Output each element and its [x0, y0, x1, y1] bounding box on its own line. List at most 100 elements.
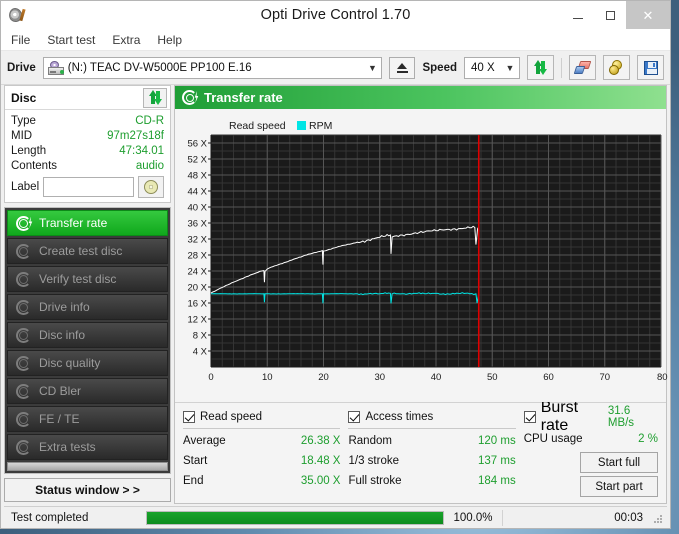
menu-item-help[interactable]: Help: [157, 33, 182, 47]
app-logo-icon: [7, 6, 26, 24]
disc-panel-header: Disc: [5, 86, 170, 110]
svg-text:80 min: 80 min: [657, 372, 669, 383]
save-floppy-icon: [643, 60, 658, 75]
stat-value: 18.48 X: [300, 455, 341, 467]
progress-bar-fill: [147, 511, 443, 524]
divider: [348, 428, 516, 429]
disc-icon: [16, 243, 31, 259]
sidebar: Disc Type CD-R MID 97m27s18f Length 47:3…: [4, 85, 171, 504]
sidebar-item-extra-tests[interactable]: Extra tests: [7, 434, 168, 460]
sidebar-item-disc-info[interactable]: Disc info: [7, 322, 168, 348]
read-speed-checkbox-row[interactable]: Read speed: [183, 408, 340, 425]
start-full-button[interactable]: Start full: [580, 452, 658, 473]
sidebar-item-create-test-disc[interactable]: Create test disc: [7, 238, 168, 264]
title-bar: Opti Drive Control 1.70 ✕: [1, 1, 670, 29]
erase-button[interactable]: [569, 55, 596, 80]
eraser-icon: [573, 60, 591, 75]
divider: [183, 428, 341, 429]
disc-label-read-button[interactable]: [138, 176, 164, 198]
maximize-button[interactable]: [594, 1, 626, 29]
sidebar-item-label: CD Bler: [39, 384, 82, 398]
disc-row-mid: MID 97m27s18f: [11, 128, 164, 143]
status-message: Test completed: [11, 511, 89, 524]
disc-label-input[interactable]: [43, 177, 134, 197]
transfer-rate-icon: [16, 215, 33, 231]
stat-row-cpu-usage: CPU usage 2 %: [524, 429, 658, 449]
bookmark-button[interactable]: [603, 55, 630, 80]
disc-row-length-value: 47:34.01: [119, 144, 164, 157]
svg-text:10: 10: [262, 372, 273, 383]
svg-text:50: 50: [487, 372, 498, 383]
progress-bar: [146, 510, 444, 525]
refresh-button[interactable]: [527, 55, 554, 80]
sidebar-item-fe-te[interactable]: FE / TE: [7, 406, 168, 432]
stat-row-start: Start 18.48 X: [183, 451, 340, 471]
burst-rate-checkbox[interactable]: [523, 410, 536, 423]
access-times-checkbox-row[interactable]: Access times: [348, 408, 515, 425]
speed-select[interactable]: 40 X ▼: [464, 56, 520, 79]
svg-text:40 X: 40 X: [187, 203, 207, 214]
burst-rate-stats: Burst rate 31.6 MB/s CPU usage 2 % Start…: [523, 399, 658, 497]
stat-row-average: Average 26.38 X: [183, 431, 340, 451]
stat-value: 120 ms: [477, 435, 516, 447]
read-speed-checkbox[interactable]: [183, 410, 195, 423]
sidebar-item-label: Verify test disc: [39, 272, 117, 286]
sidebar-item-verify-test-disc[interactable]: Verify test disc: [7, 266, 168, 292]
speed-label: Speed: [422, 61, 457, 74]
progress-percent: 100.0%: [453, 511, 493, 524]
start-part-button[interactable]: Start part: [580, 476, 658, 497]
stat-value: 26.38 X: [300, 435, 341, 447]
sidebar-item-cd-bler[interactable]: CD Bler: [7, 378, 168, 404]
sidebar-item-label: Transfer rate: [39, 216, 108, 230]
stat-value: 137 ms: [477, 455, 516, 467]
disc-row-mid-value: 97m27s18f: [107, 129, 164, 142]
sidebar-item-transfer-rate[interactable]: Transfer rate: [7, 210, 168, 236]
status-window-button[interactable]: Status window > >: [4, 478, 171, 502]
stat-row-end: End 35.00 X: [183, 471, 340, 491]
read-speed-checkbox-label: Read speed: [200, 410, 263, 423]
sidebar-item-label: FE / TE: [39, 412, 80, 426]
chevron-down-icon: ▼: [368, 62, 377, 73]
eject-button[interactable]: [389, 56, 416, 79]
svg-text:20: 20: [318, 372, 329, 383]
burst-rate-row[interactable]: Burst rate 31.6 MB/s: [523, 399, 658, 434]
elapsed-time: 00:03: [614, 511, 643, 524]
chart-header-title: Transfer rate: [204, 90, 283, 105]
sidebar-item-disc-quality[interactable]: Disc quality: [7, 350, 168, 376]
access-times-checkbox[interactable]: [348, 410, 361, 423]
stat-key: End: [183, 475, 204, 487]
stat-key: Average: [183, 435, 226, 447]
save-button[interactable]: [637, 55, 664, 80]
svg-text:56 X: 56 X: [187, 139, 207, 150]
window-controls: ✕: [562, 1, 670, 29]
svg-text:12 X: 12 X: [187, 315, 207, 326]
menu-item-start-test[interactable]: Start test: [47, 33, 95, 47]
close-button[interactable]: ✕: [626, 1, 670, 29]
menu-item-file[interactable]: File: [11, 33, 30, 47]
burst-rate-value: 31.6 MB/s: [607, 404, 635, 429]
svg-text:48 X: 48 X: [187, 171, 207, 182]
svg-text:32 X: 32 X: [187, 235, 207, 246]
svg-text:60: 60: [543, 372, 554, 383]
drive-select-value: (N:) TEAC DV-W5000E PP100 E.16: [67, 61, 252, 74]
disc-row-contents-value: audio: [135, 159, 164, 172]
disc-icon: [16, 411, 31, 427]
svg-text:RPM: RPM: [309, 120, 332, 132]
chart-area[interactable]: 4 X 8 X 12 X 16 X 20 X 24 X 28 X 32 X 36 X 40 X 44…: [175, 109, 669, 402]
transfer-rate-panel: Transfer rate 4 X 8 X 12 X 16 X 20 X 24 X 28 X…: [174, 85, 669, 504]
menu-item-extra[interactable]: Extra: [112, 33, 140, 47]
disc-refresh-button[interactable]: [143, 87, 167, 108]
sidebar-item-drive-info[interactable]: Drive info: [7, 294, 168, 320]
svg-text:0: 0: [208, 372, 213, 383]
read-speed-stats: Read speed Average 26.38 X Start 18.48 X: [183, 408, 341, 497]
svg-text:16 X: 16 X: [187, 299, 207, 310]
resize-grip[interactable]: [651, 512, 663, 524]
svg-text:30: 30: [374, 372, 385, 383]
stat-value: 35.00 X: [300, 475, 341, 487]
disc-label-key: Label: [11, 181, 40, 193]
stat-row-third-stroke: 1/3 stroke 137 ms: [348, 451, 515, 471]
drive-select[interactable]: (N:) TEAC DV-W5000E PP100 E.16 ▼: [42, 56, 383, 79]
svg-text:70: 70: [599, 372, 610, 383]
stat-value: 184 ms: [477, 475, 516, 487]
minimize-button[interactable]: [562, 1, 594, 29]
